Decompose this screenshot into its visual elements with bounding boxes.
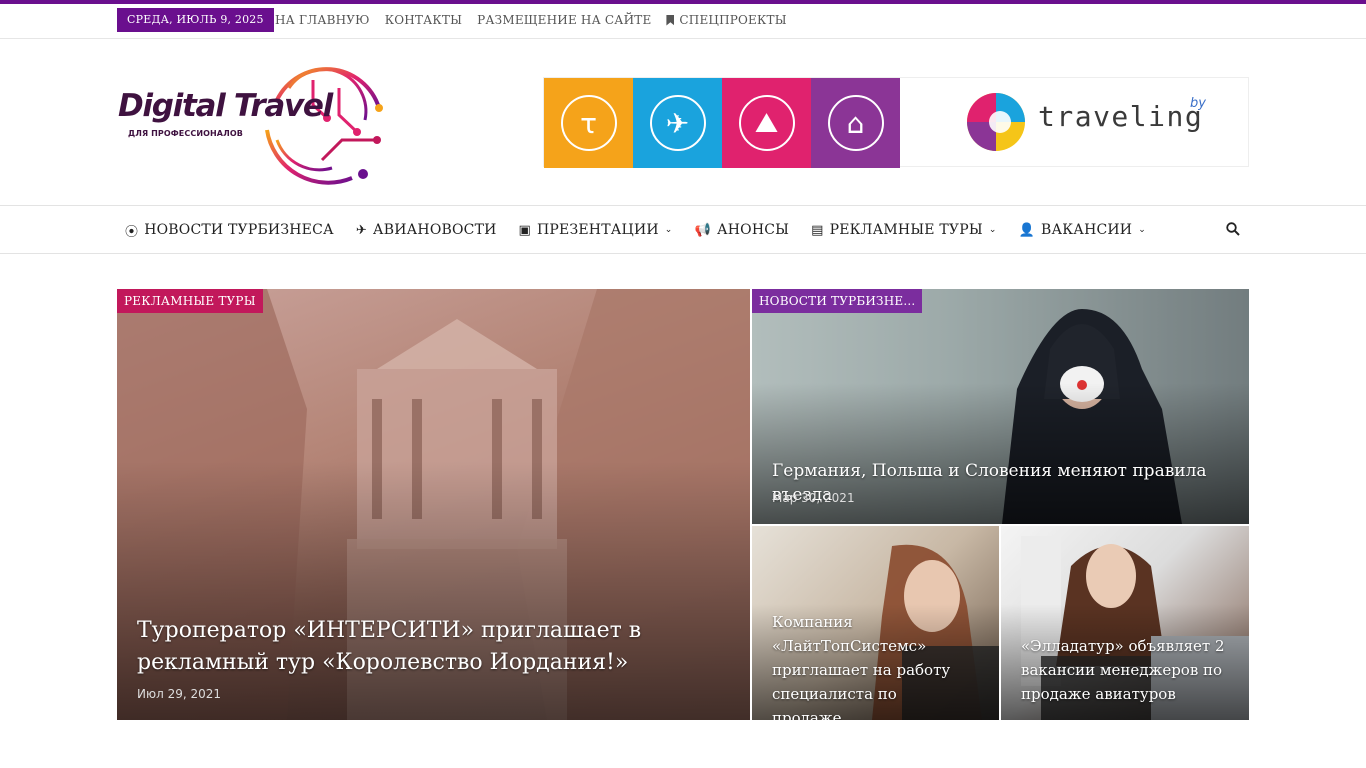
top-link-special-projects[interactable]: СПЕЦПРОЕКТЫ (666, 13, 787, 27)
plane-icon: ✈ (355, 222, 367, 238)
nav-item-presentations[interactable]: ▣ ПРЕЗЕНТАЦИИ ⌄ (519, 222, 673, 238)
banner-tile-3: ⛰ (722, 78, 811, 168)
nav-item-aviation-news[interactable]: ✈ АВИАНОВОСТИ (356, 222, 497, 238)
nav-item-tourism-news[interactable]: ⦿ НОВОСТИ ТУРБИЗНЕСА (125, 221, 334, 240)
banner-tile-2: ✈ (633, 78, 722, 168)
featured-main-title[interactable]: Туроператор «ИНТЕРСИТИ» приглашает в рек… (137, 615, 727, 679)
featured-bottom-left-title[interactable]: Компания «ЛайтТопСистемс» приглашает на … (772, 610, 982, 720)
featured-top-right-date: Мар 30, 2021 (772, 491, 855, 505)
top-link-home[interactable]: НА ГЛАВНУЮ (275, 13, 370, 27)
nav-item-promo-tours[interactable]: ▤ РЕКЛАМНЫЕ ТУРЫ ⌄ (811, 222, 996, 238)
mountain-icon: ⛰ (738, 95, 795, 151)
nav-item-label: ВАКАНСИИ (1040, 222, 1133, 238)
top-links: НА ГЛАВНУЮ КОНТАКТЫ РАЗМЕЩЕНИЕ НА САЙТЕ … (275, 8, 802, 32)
megaphone-icon: 📢 (694, 222, 711, 238)
site-logo[interactable]: Digital Travel ДЛЯ ПРОФЕССИОНАЛОВ (117, 60, 387, 185)
nav-item-label: АНОНСЫ (716, 222, 790, 238)
banner-brand: traveling by (900, 78, 1248, 166)
compass-icon: ⦿ (125, 224, 139, 240)
category-badge[interactable]: НОВОСТИ ТУРБИЗНЕ... (752, 289, 923, 313)
nav-item-label: НОВОСТИ ТУРБИЗНЕСА (144, 222, 334, 238)
image-shade (117, 461, 750, 720)
date-badge: СРЕДА, ИЮЛЬ 9, 2025 (117, 8, 274, 32)
plane-icon: ✈ (649, 95, 706, 151)
search-icon[interactable] (1226, 222, 1240, 236)
top-bar: СРЕДА, ИЮЛЬ 9, 2025 НА ГЛАВНУЮ КОНТАКТЫ … (0, 4, 1366, 39)
chevron-down-icon: ⌄ (664, 225, 673, 235)
category-badge[interactable]: РЕКЛАМНЫЕ ТУРЫ (117, 289, 263, 313)
featured-card-bottom-left[interactable]: Компания «ЛайтТопСистемс» приглашает на … (752, 526, 999, 720)
nav-item-announcements[interactable]: 📢 АНОНСЫ (695, 222, 790, 238)
featured-card-bottom-right[interactable]: «Элладатур» объявляет 2 вакансии менедже… (1001, 526, 1249, 720)
featured-card-main[interactable]: РЕКЛАМНЫЕ ТУРЫ Туроператор «ИНТЕРСИТИ» п… (117, 289, 750, 720)
tau-icon: τ (560, 95, 617, 151)
top-link-special-projects-label: СПЕЦПРОЕКТЫ (679, 13, 787, 27)
featured-main-date: Июл 29, 2021 (137, 687, 221, 701)
chevron-down-icon: ⌄ (1138, 225, 1146, 235)
banner-tile-1: τ (544, 78, 633, 168)
user-plus-icon: 👤 (1018, 222, 1035, 238)
ad-banner[interactable]: τ ✈ ⛰ ⌂ traveling by (543, 77, 1249, 168)
nav-item-label: РЕКЛАМНЫЕ ТУРЫ (829, 222, 983, 238)
top-link-advertising[interactable]: РАЗМЕЩЕНИЕ НА САЙТЕ (477, 13, 651, 27)
main-nav: ⦿ НОВОСТИ ТУРБИЗНЕСА ✈ АВИАНОВОСТИ ▣ ПРЕ… (0, 205, 1366, 254)
banner-tile-4: ⌂ (811, 78, 900, 168)
featured-card-top-right[interactable]: НОВОСТИ ТУРБИЗНЕ... Германия, Польша и С… (752, 289, 1249, 524)
nav-item-label: АВИАНОВОСТИ (372, 222, 497, 238)
featured-bottom-right-title[interactable]: «Элладатур» объявляет 2 вакансии менедже… (1021, 634, 1236, 706)
hotel-icon: ⌂ (827, 95, 884, 151)
top-link-contacts[interactable]: КОНТАКТЫ (385, 13, 462, 27)
bookmark-icon (666, 14, 675, 26)
nav-item-vacancies[interactable]: 👤 ВАКАНСИИ ⌄ (1019, 222, 1146, 238)
logo-title: Digital Travel (118, 88, 333, 124)
chevron-down-icon: ⌄ (988, 225, 997, 235)
brand-name: traveling (1038, 100, 1204, 133)
brand-suffix: by (1190, 96, 1206, 111)
nav-item-label: ПРЕЗЕНТАЦИИ (537, 222, 659, 238)
brand-ball-icon (967, 93, 1025, 151)
image-icon: ▣ (518, 222, 532, 238)
logo-subtitle: ДЛЯ ПРОФЕССИОНАЛОВ (128, 129, 243, 138)
suitcase-icon: ▤ (811, 222, 824, 238)
